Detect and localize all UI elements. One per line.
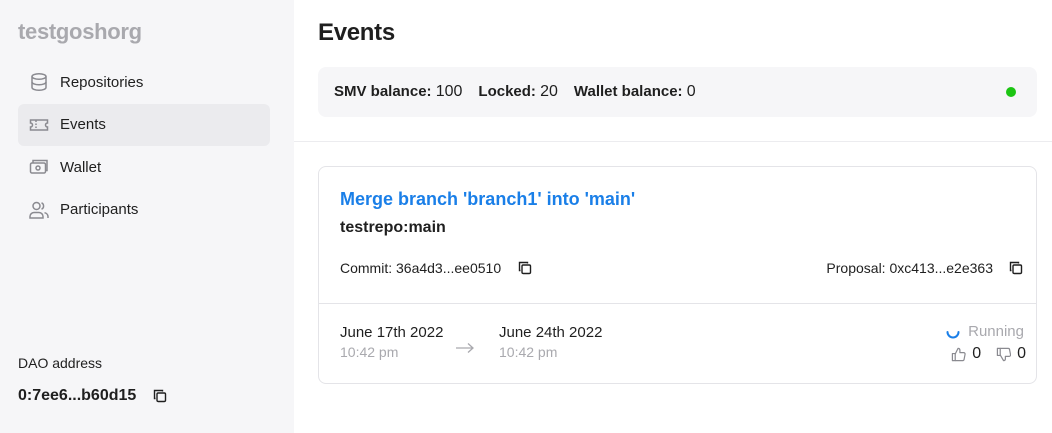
balances-bar: SMV balance: 100 Locked: 20 Wallet balan… bbox=[318, 67, 1037, 117]
proposal-row: Proposal: 0xc413...e2e363 bbox=[826, 259, 1025, 277]
card-divider bbox=[319, 303, 1036, 304]
start-date-value: June 17th 2022 bbox=[340, 324, 444, 341]
smv-balance-value: 100 bbox=[435, 83, 463, 100]
status-indicator-dot bbox=[1006, 87, 1016, 97]
event-card: Merge branch 'branch1' into 'main' testr… bbox=[318, 166, 1037, 384]
dao-address-label: DAO address bbox=[18, 355, 103, 371]
database-icon bbox=[29, 72, 49, 92]
org-name: testgoshorg bbox=[18, 19, 142, 44]
thumbs-up-icon[interactable] bbox=[950, 346, 966, 362]
copy-icon[interactable] bbox=[151, 387, 169, 405]
dao-address-row: 0:7ee6...b60d15 bbox=[18, 387, 169, 405]
locked-label: Locked: bbox=[478, 83, 536, 100]
status-label: Running bbox=[968, 323, 1024, 340]
sidebar-item-wallet[interactable]: Wallet bbox=[18, 146, 270, 188]
votes-for-count: 0 bbox=[972, 345, 982, 362]
end-date: June 24th 2022 10:42 pm bbox=[499, 324, 602, 360]
wallet-balance: Wallet balance: 0 bbox=[574, 83, 696, 101]
start-time-value: 10:42 pm bbox=[340, 344, 399, 360]
locked-value: 20 bbox=[540, 83, 558, 100]
sidebar-item-label: Events bbox=[60, 116, 106, 133]
start-date: June 17th 2022 10:42 pm bbox=[340, 324, 443, 360]
sidebar-item-events[interactable]: Events bbox=[18, 103, 270, 146]
sidebar-item-repositories[interactable]: Repositories bbox=[18, 61, 270, 103]
section-divider bbox=[294, 141, 1052, 142]
arrow-right-icon bbox=[455, 337, 475, 360]
ticket-icon bbox=[29, 115, 49, 135]
smv-balance-label: SMV balance: bbox=[334, 83, 432, 100]
wallet-balance-value: 0 bbox=[686, 83, 696, 100]
users-icon bbox=[29, 200, 49, 220]
event-status: Running bbox=[945, 323, 1024, 340]
sidebar-item-participants[interactable]: Participants bbox=[18, 189, 270, 231]
copy-icon[interactable] bbox=[1007, 259, 1025, 277]
locked-balance: Locked: 20 bbox=[478, 83, 557, 101]
votes-row: 0 0 bbox=[950, 345, 1026, 363]
sidebar: testgoshorg Repositories Events Wallet P… bbox=[0, 0, 294, 433]
smv-balance: SMV balance: 100 bbox=[334, 83, 462, 101]
spinner-icon bbox=[945, 324, 961, 340]
end-time-value: 10:42 pm bbox=[499, 344, 558, 360]
thumbs-down-icon[interactable] bbox=[995, 346, 1011, 362]
proposal-id: Proposal: 0xc413...e2e363 bbox=[826, 260, 993, 276]
sidebar-item-label: Repositories bbox=[60, 73, 144, 91]
wallet-icon bbox=[29, 157, 49, 177]
main-content: Events SMV balance: 100 Locked: 20 Walle… bbox=[294, 0, 1052, 433]
event-branch: testrepo:main bbox=[340, 219, 446, 236]
end-date-value: June 24th 2022 bbox=[499, 324, 603, 341]
commit-row: Commit: 36a4d3...ee0510 bbox=[340, 259, 534, 277]
sidebar-item-label: Participants bbox=[60, 201, 139, 218]
sidebar-item-label: Wallet bbox=[60, 158, 102, 176]
votes-against-count: 0 bbox=[1017, 345, 1026, 362]
commit-hash: Commit: 36a4d3...ee0510 bbox=[340, 260, 502, 276]
dao-address-value: 0:7ee6...b60d15 bbox=[18, 387, 137, 404]
copy-icon[interactable] bbox=[516, 259, 534, 277]
event-title-link[interactable]: Merge branch 'branch1' into 'main' bbox=[340, 189, 635, 210]
wallet-balance-label: Wallet balance: bbox=[573, 83, 683, 100]
page-title: Events bbox=[318, 19, 395, 46]
sidebar-nav: Repositories Events Wallet Participants bbox=[18, 61, 270, 231]
